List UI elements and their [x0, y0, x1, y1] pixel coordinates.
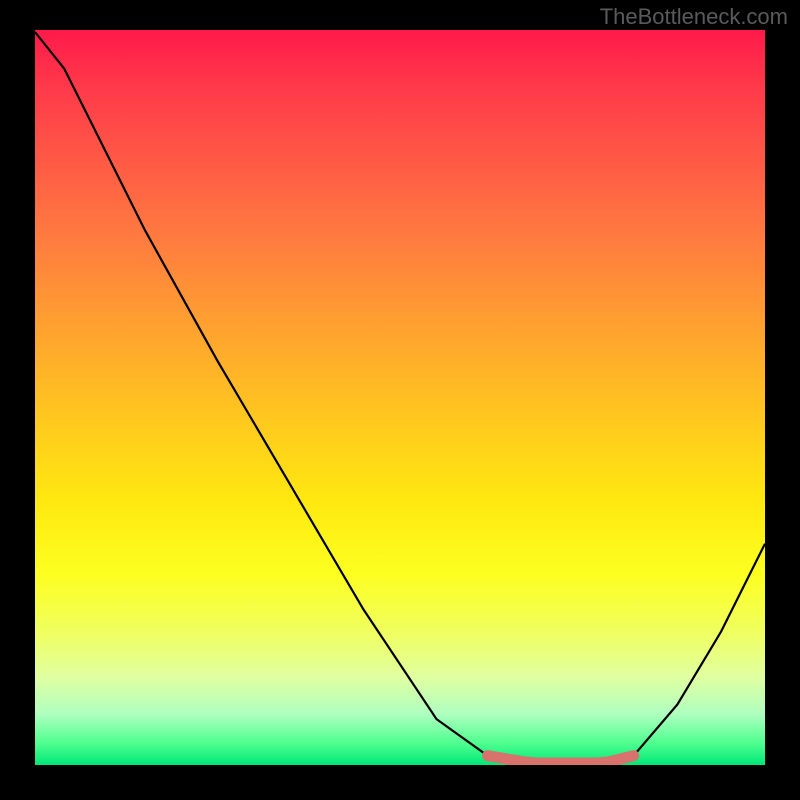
optimal-highlight [488, 756, 634, 763]
watermark-text: TheBottleneck.com [600, 4, 788, 30]
chart-plot-area [35, 30, 765, 765]
bottleneck-curve [35, 32, 765, 763]
chart-svg [35, 30, 765, 765]
